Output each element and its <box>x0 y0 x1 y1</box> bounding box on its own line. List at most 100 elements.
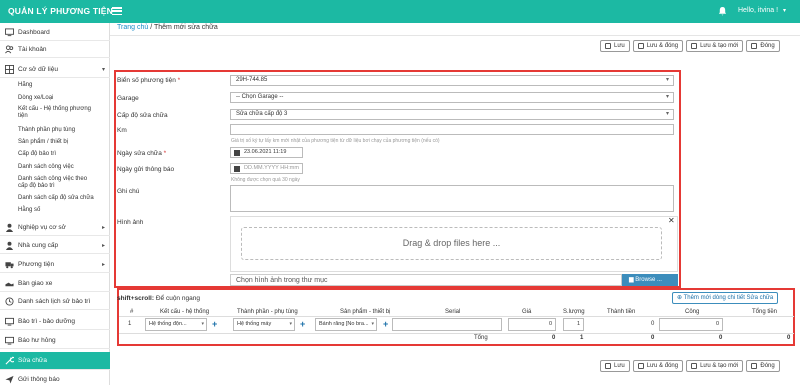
qty-input[interactable]: 1 <box>563 318 584 331</box>
close-button[interactable]: Đóng <box>746 360 780 372</box>
product-select[interactable]: Bánh răng [No bra... ▾ <box>315 318 377 331</box>
repair-date-value: 23.06.2021 11:19 <box>244 149 287 155</box>
table-divider <box>119 316 794 317</box>
plate-select[interactable]: 29H-744.85 ▾ <box>230 75 674 86</box>
image-label: Hình ảnh <box>117 219 144 226</box>
sidebar-item-handover[interactable]: Bàn giao xe <box>0 275 110 292</box>
user-greeting[interactable]: Hello, itvina ! <box>738 7 778 14</box>
column-header-qty: S.lượng <box>563 309 585 315</box>
sidebar-subitem[interactable]: Dòng xe/Loại <box>18 95 108 102</box>
close-icon[interactable]: ✕ <box>668 216 675 225</box>
top-bar: QUẢN LÝ PHƯƠNG TIỆN Hello, itvina ! ▾ <box>0 0 800 23</box>
breadcrumb: Trang chủ / Thêm mới sửa chữa <box>117 24 218 31</box>
sidebar-subitem[interactable]: Sản phẩm / thiết bị <box>18 139 108 146</box>
close-icon <box>751 363 758 369</box>
sidebar-subitem[interactable]: Thành phần phụ tùng <box>18 127 108 134</box>
repair-level-select[interactable]: Sửa chữa cấp độ 3 ▾ <box>230 109 674 120</box>
app-brand[interactable]: QUẢN LÝ PHƯƠNG TIỆN <box>8 6 113 16</box>
total-labor: 0 <box>719 335 723 341</box>
save-icon <box>637 363 644 369</box>
close-label: Đóng <box>760 43 775 49</box>
labor-input[interactable]: 0 <box>659 318 723 331</box>
note-textarea[interactable] <box>230 185 674 212</box>
sidebar-subitem[interactable]: Hằng số <box>18 207 108 214</box>
save-new-label: Lưu & tạo mới <box>700 363 739 369</box>
save-close-button[interactable]: Lưu & đóng <box>632 360 684 372</box>
sidebar-item-vehicles[interactable]: Phương tiện ▸ <box>0 256 110 273</box>
save-new-label: Lưu & tạo mới <box>700 43 739 49</box>
chevron-down-icon: ▾ <box>371 321 374 327</box>
sidebar-item-suppliers[interactable]: Nhà cung cấp ▸ <box>0 237 110 254</box>
browse-button[interactable]: ▆ Browse ... <box>622 274 678 286</box>
column-header-amount: Thành tiền <box>607 309 636 315</box>
sidebar-item-accounts[interactable]: Tài khoản <box>0 41 110 58</box>
file-path-input[interactable]: Chọn hình ảnh trong thư mục <box>230 274 622 286</box>
plate-value: 29H-744.85 <box>236 77 268 83</box>
column-header-product: Sản phẩm - thiết bị <box>340 309 391 315</box>
km-input[interactable] <box>230 124 674 135</box>
breadcrumb-home-link[interactable]: Trang chủ <box>117 24 148 31</box>
close-button[interactable]: Đóng <box>746 40 780 52</box>
garage-select[interactable]: -- Chọn Garage -- ▾ <box>230 92 674 103</box>
sidebar-subitem[interactable]: Danh sách công việc <box>18 164 108 171</box>
save-button[interactable]: Lưu <box>600 40 630 52</box>
sidebar-item-damage-report[interactable]: Báo hư hỏng <box>0 332 110 349</box>
add-part-plus-icon[interactable]: + <box>300 319 305 329</box>
chevron-down-icon: ▾ <box>101 67 105 73</box>
send-icon <box>5 375 14 384</box>
sidebar-subitem[interactable]: Kết cấu - Hệ thống phương tiện <box>18 106 98 119</box>
sidebar-subitem[interactable]: Danh sách cấp độ sửa chữa <box>18 195 108 202</box>
garage-label: Garage <box>117 95 139 102</box>
price-input[interactable]: 0 <box>508 318 556 331</box>
chevron-down-icon: ▾ <box>201 321 204 327</box>
plus-icon: ⊕ <box>677 295 684 301</box>
sidebar-item-database[interactable]: Cơ sở dữ liệu ▾ <box>0 61 110 78</box>
total-amount: 0 <box>651 335 655 341</box>
scroll-hint: shift+scroll: Để cuộn ngang <box>117 295 200 302</box>
km-label: Km <box>117 127 127 134</box>
sidebar-item-maintenance[interactable]: Bảo trì - bảo dưỡng <box>0 313 110 330</box>
system-select[interactable]: Hệ thống độn... ▾ <box>145 318 207 331</box>
table-divider <box>119 333 794 334</box>
serial-input[interactable] <box>392 318 502 331</box>
save-new-button[interactable]: Lưu & tạo mới <box>686 360 744 372</box>
sidebar-subitem[interactable]: Hãng <box>18 82 108 89</box>
add-system-plus-icon[interactable]: + <box>212 319 217 329</box>
breadcrumb-current: Thêm mới sửa chữa <box>154 24 218 31</box>
sidebar-item-core-business[interactable]: Nghiệp vụ cơ sở ▸ <box>0 219 110 236</box>
note-label: Ghi chú <box>117 188 140 195</box>
save-close-button[interactable]: Lưu & đóng <box>632 40 684 52</box>
part-value: Hệ thống máy <box>237 321 272 327</box>
image-dropzone[interactable]: Drag & drop files here ... <box>241 227 662 260</box>
save-close-label: Lưu & đóng <box>646 363 679 369</box>
add-product-plus-icon[interactable]: + <box>383 319 388 329</box>
sidebar-item-label: Tài khoản <box>18 45 47 53</box>
sidebar-subitem[interactable]: Cấp độ bảo trì <box>18 151 108 158</box>
sidebar-item-label: Sửa chữa <box>18 357 47 364</box>
save-button[interactable]: Lưu <box>600 360 630 372</box>
calendar-icon <box>234 166 240 172</box>
part-select[interactable]: Hệ thống máy ▾ <box>233 318 295 331</box>
menu-toggle-icon[interactable] <box>112 7 122 16</box>
repair-icon <box>5 356 14 365</box>
sidebar-item-maintenance-history[interactable]: Danh sách lịch sử bảo trì <box>0 293 110 310</box>
chevron-down-icon[interactable]: ▾ <box>783 7 786 14</box>
sidebar-subitem[interactable]: Danh sách công việc theo cấp độ bảo trì <box>18 176 98 189</box>
column-header-labor: Công <box>685 309 700 315</box>
repair-date-input[interactable]: 23.06.2021 11:19 <box>230 147 303 158</box>
chevron-down-icon: ▾ <box>665 94 669 100</box>
column-header-serial: Serial <box>445 309 461 315</box>
sidebar-item-label: Bàn giao xe <box>18 279 53 287</box>
sidebar-item-send-notification[interactable]: Gửi thông báo <box>0 371 110 385</box>
save-new-button[interactable]: Lưu & tạo mới <box>686 40 744 52</box>
repair-level-label: Cấp độ sửa chữa <box>117 112 168 119</box>
monitor-icon <box>5 27 14 36</box>
sidebar-item-dashboard[interactable]: Dashboard <box>0 24 110 41</box>
notify-date-input[interactable]: DD.MM.YYYY HH:mm <box>230 163 303 174</box>
bell-icon[interactable] <box>718 6 727 16</box>
sidebar-item-repair[interactable]: Sửa chữa <box>0 352 110 370</box>
product-value: Bánh răng [No bra... <box>319 321 369 327</box>
person-icon <box>5 223 14 232</box>
add-detail-line-button[interactable]: ⊕ Thêm mới dòng chi tiết Sửa chữa <box>672 292 779 304</box>
column-header-system: Kết cấu - hệ thống <box>160 309 210 315</box>
